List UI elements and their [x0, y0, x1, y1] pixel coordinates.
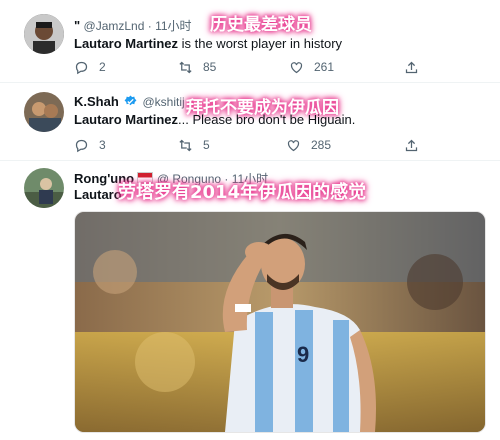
svg-text:9: 9: [297, 342, 309, 367]
like-button[interactable]: 285: [286, 136, 331, 154]
mention-bold: Lautaro Martinez: [74, 36, 179, 51]
tweet-text-rest: is the worst player in history: [178, 36, 343, 51]
verified-badge-icon: [124, 95, 137, 106]
retweet-button[interactable]: 5: [178, 136, 210, 154]
caption-overlay: 历史最差球员: [210, 15, 312, 35]
like-count: 285: [311, 138, 332, 152]
reply-button[interactable]: 2: [74, 58, 106, 76]
reply-count: 3: [99, 138, 106, 152]
tweet-actions: 2 85 261: [74, 58, 424, 76]
user-handle[interactable]: @JamzLnd: [84, 19, 145, 33]
mention-bold: Lautaro: [74, 187, 122, 202]
retweet-count: 85: [203, 60, 217, 74]
tweet-actions: 3 5 285: [74, 136, 424, 154]
retweet-count: 5: [203, 138, 210, 152]
heart-icon: [290, 61, 303, 73]
retweet-button[interactable]: 85: [178, 58, 216, 76]
like-count: 261: [314, 60, 335, 74]
share-icon: [405, 139, 418, 151]
avatar[interactable]: [24, 14, 64, 54]
retweet-icon: [179, 139, 192, 151]
heart-icon: [287, 139, 300, 151]
reply-icon: [75, 61, 88, 74]
mention-bold: Lautaro Martinez: [74, 112, 179, 127]
tweet-text: Lautaro: [74, 187, 122, 202]
display-name[interactable]: K.Shah: [74, 94, 119, 109]
tweet-header: K.Shah @kshitij: [74, 94, 185, 109]
player-photo-image: 9: [75, 212, 485, 432]
reply-count: 2: [99, 60, 106, 74]
reply-button[interactable]: 3: [74, 136, 106, 154]
tweet-header: " @JamzLnd · 11小时: [74, 17, 192, 34]
tweet-photo[interactable]: 9: [74, 211, 486, 433]
tweet-text: Lautaro Martinez is the worst player in …: [74, 36, 342, 51]
user-handle[interactable]: @kshitij: [142, 95, 184, 109]
caption-overlay: 劳塔罗有2014年伊瓜因的感觉: [118, 182, 367, 203]
share-button[interactable]: [404, 58, 429, 76]
tweet-text-rest: ... Please bro don't be Higuain.: [178, 112, 356, 127]
reply-icon: [75, 139, 88, 152]
display-name[interactable]: ": [74, 18, 80, 33]
tweet-text: Lautaro Martinez... Please bro don't be …: [74, 112, 355, 127]
tweet-2[interactable]: K.Shah @kshitij 拜托不要成为伊瓜因 Lautaro Martin…: [0, 82, 500, 161]
avatar[interactable]: [24, 168, 64, 208]
retweet-icon: [179, 61, 192, 73]
tweet-1[interactable]: " @JamzLnd · 11小时 历史最差球员 Lautaro Martine…: [0, 0, 500, 83]
avatar[interactable]: [24, 92, 64, 132]
share-button[interactable]: [404, 136, 429, 154]
timestamp[interactable]: · 11小时: [148, 19, 192, 33]
like-button[interactable]: 261: [289, 58, 334, 76]
share-icon: [405, 61, 418, 73]
